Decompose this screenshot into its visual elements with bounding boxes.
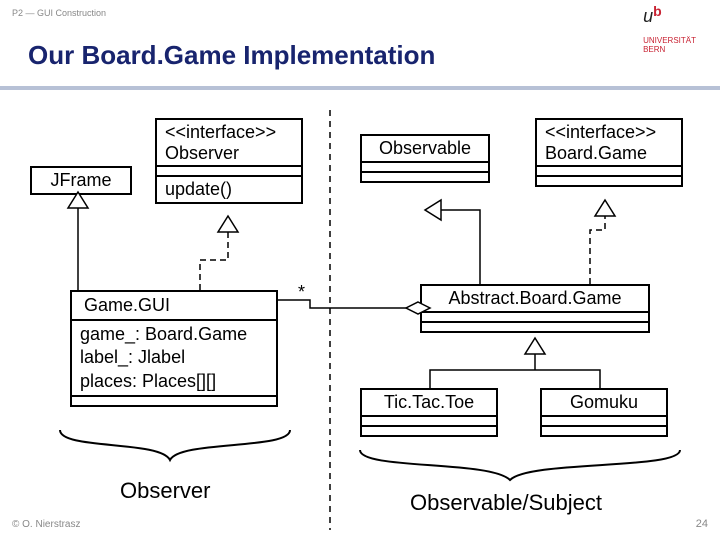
university-logo: ub UNIVERSITÄT BERN [643,6,696,55]
interface-observer: <<interface>> Observer update() [155,118,303,204]
class-abstractboardgame: Abstract.Board.Game [420,284,650,333]
class-observable: Observable [360,134,490,183]
page-title: Our Board.Game Implementation [28,40,435,71]
observer-name: Observer [165,143,293,164]
group-observer-label: Observer [120,478,210,504]
interface-boardgame: <<interface>> Board.Game [535,118,683,187]
group-subject-label: Observable/Subject [410,490,602,516]
class-jframe: JFrame [30,166,132,195]
jframe-name: JFrame [32,168,130,193]
observer-stereo: <<interface>> [165,122,293,143]
uml-connectors [0,0,720,540]
multiplicity-star: * [298,282,305,303]
logo-u: u [643,6,653,26]
class-gamegui: Game.GUI game_: Board.Game label_: Jlabe… [70,290,278,407]
title-underline [0,86,720,90]
boardgame-stereo: <<interface>> [545,122,673,143]
gamegui-attr1: game_: Board.Game [80,323,268,346]
logo-b: b [653,3,662,19]
page-number: 24 [696,518,708,530]
logo-line2: BERN [643,46,696,55]
abg-name: Abstract.Board.Game [422,286,648,311]
footer-copyright: © O. Nierstrasz [12,519,81,530]
observable-name: Observable [362,136,488,161]
breadcrumb: P2 — GUI Construction [12,8,106,18]
ttt-name: Tic.Tac.Toe [362,390,496,415]
boardgame-name: Board.Game [545,143,673,164]
observer-op: update() [157,175,301,202]
gamegui-attr3: places: Places[][] [80,370,268,393]
gamegui-attr2: label_: Jlabel [80,346,268,369]
gomuku-name: Gomuku [542,390,666,415]
class-gomuku: Gomuku [540,388,668,437]
gamegui-name: Game.GUI [72,292,276,319]
class-tictactoe: Tic.Tac.Toe [360,388,498,437]
